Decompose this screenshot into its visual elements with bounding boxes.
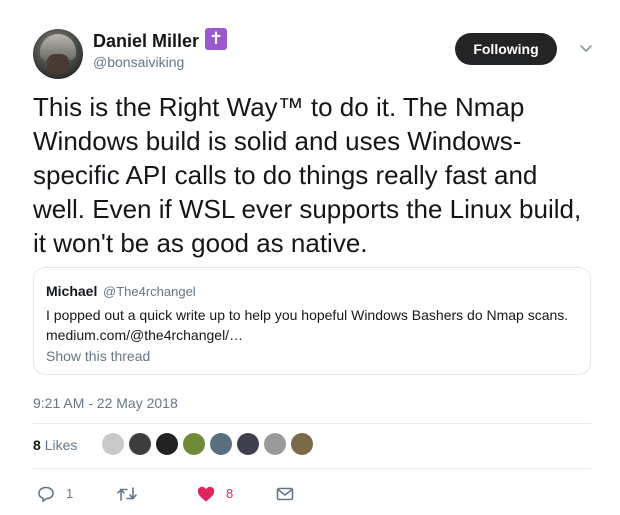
retweet-icon bbox=[117, 487, 137, 501]
heart-icon bbox=[197, 486, 215, 502]
like-count: 8 bbox=[226, 486, 234, 501]
reply-button[interactable]: 1 bbox=[36, 484, 86, 504]
quoted-tweet[interactable]: Michael @The4rchangel I popped out a qui… bbox=[33, 267, 591, 375]
liker-avatar[interactable] bbox=[129, 433, 151, 455]
likes-number: 8 bbox=[33, 437, 41, 453]
following-button[interactable]: Following bbox=[455, 33, 557, 65]
cross-badge-icon: ✝ bbox=[205, 28, 227, 50]
author-handle[interactable]: @bonsaiviking bbox=[93, 54, 184, 70]
liker-avatar[interactable] bbox=[183, 433, 205, 455]
tweet-text: This is the Right Way™ to do it. The Nma… bbox=[33, 92, 582, 258]
divider bbox=[33, 423, 591, 424]
liker-avatar[interactable] bbox=[237, 433, 259, 455]
retweet-button[interactable] bbox=[116, 484, 156, 504]
liker-avatar[interactable] bbox=[102, 433, 124, 455]
show-thread-link[interactable]: Show this thread bbox=[46, 348, 150, 364]
like-button[interactable]: 8 bbox=[196, 484, 246, 504]
envelope-icon bbox=[276, 487, 294, 501]
divider bbox=[33, 468, 591, 469]
reply-count: 1 bbox=[66, 486, 74, 501]
likes-label: Likes bbox=[44, 437, 78, 453]
direct-message-button[interactable] bbox=[275, 484, 299, 504]
quoted-author-handle: @The4rchangel bbox=[103, 284, 196, 299]
tweet-timestamp[interactable]: 9:21 AM - 22 May 2018 bbox=[33, 395, 178, 411]
chevron-down-icon[interactable] bbox=[578, 40, 594, 56]
likes-count[interactable]: 8 Likes bbox=[33, 437, 77, 453]
liker-avatar[interactable] bbox=[210, 433, 232, 455]
tweet: Daniel Miller ✝ @bonsaiviking Following … bbox=[0, 0, 620, 515]
liker-avatar[interactable] bbox=[291, 433, 313, 455]
liker-avatar[interactable] bbox=[156, 433, 178, 455]
reply-icon bbox=[38, 486, 54, 502]
liker-avatar[interactable] bbox=[264, 433, 286, 455]
author-avatar[interactable] bbox=[33, 29, 83, 79]
quoted-author-name: Michael bbox=[46, 283, 98, 299]
author-name[interactable]: Daniel Miller bbox=[93, 31, 199, 52]
quoted-tweet-text: I popped out a quick write up to help yo… bbox=[46, 307, 569, 343]
